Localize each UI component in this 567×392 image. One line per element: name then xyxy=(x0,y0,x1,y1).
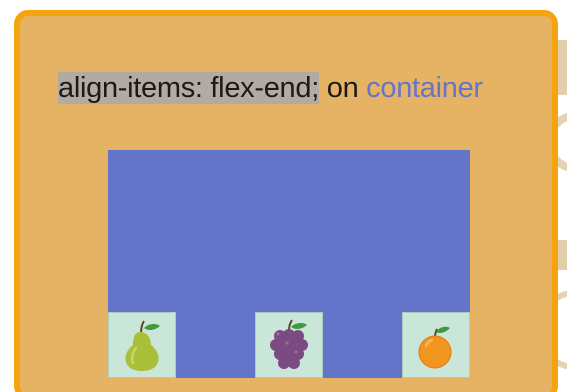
flex-item-orange xyxy=(402,312,470,378)
flex-container xyxy=(108,150,470,378)
flex-item-grapes xyxy=(255,312,323,378)
grapes-icon xyxy=(270,319,308,369)
flex-item-pear xyxy=(108,312,176,378)
pear-icon xyxy=(125,320,160,371)
orange-icon xyxy=(418,326,452,369)
demo-heading: align-items: flex-end; on container xyxy=(58,68,483,108)
css-declaration: align-items: flex-end; xyxy=(58,72,319,104)
demo-card: align-items: flex-end; on container xyxy=(14,10,558,392)
heading-connector: on xyxy=(326,72,359,104)
heading-target: container xyxy=(366,72,483,104)
page: align-items: flex-end; on container xyxy=(0,0,567,392)
